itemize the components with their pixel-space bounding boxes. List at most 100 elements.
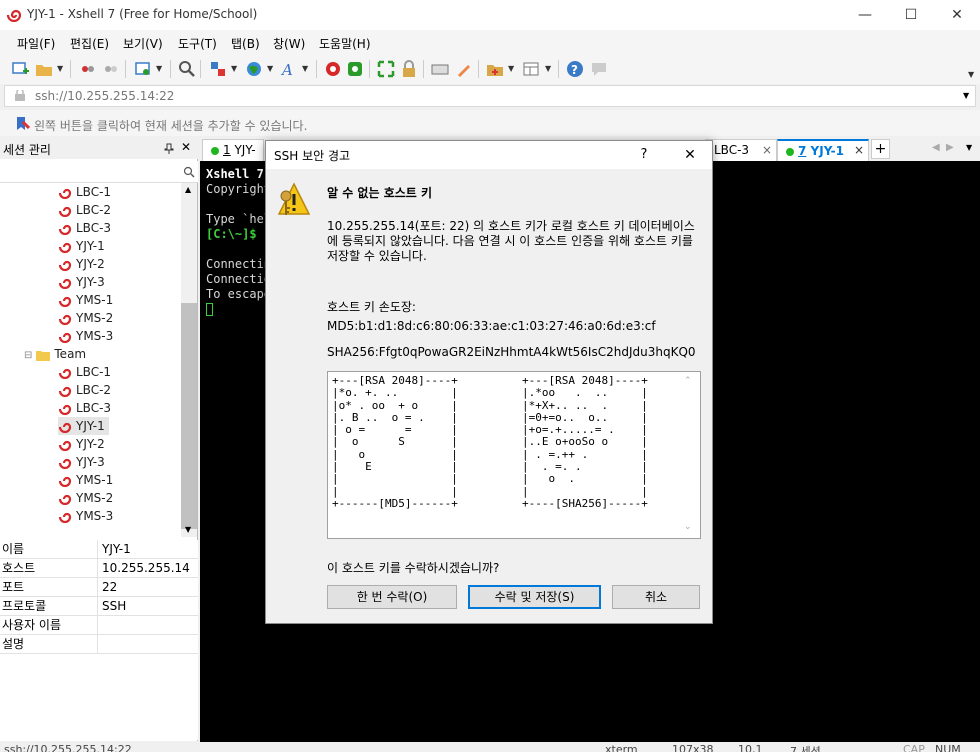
status-bar: ssh://10.255.255.14:22 xterm 107x38 10,1… [0, 742, 980, 752]
collapse-icon[interactable]: ⊟ [24, 350, 32, 361]
xftp-icon[interactable] [346, 60, 364, 78]
xshell-session-icon [58, 476, 72, 487]
dialog-help-button[interactable]: ? [624, 143, 664, 167]
new-session-icon[interactable] [11, 60, 29, 78]
tree-session-item[interactable]: YJY-2 [58, 435, 105, 453]
font-icon[interactable]: A [280, 60, 298, 78]
chevron-down-icon[interactable]: ▼ [267, 64, 273, 73]
toolbar-separator [170, 60, 171, 78]
tree-session-item[interactable]: LBC-3 [58, 219, 111, 237]
terminal-line: To escape [206, 287, 272, 301]
xshell-session-icon [58, 188, 72, 199]
close-tab-icon[interactable]: × [762, 140, 772, 160]
tree-session-item[interactable]: LBC-3 [58, 399, 111, 417]
tree-session-item[interactable]: YJY-3 [58, 453, 105, 471]
scroll-down-icon[interactable]: ▼ [185, 525, 191, 534]
tree-session-item[interactable]: YMS-3 [58, 327, 113, 345]
session-tree-scrollbar[interactable]: ▲ ▼ [181, 183, 197, 537]
tree-session-item[interactable]: YMS-1 [58, 291, 113, 309]
menu-view[interactable]: 보기(V) [123, 35, 163, 52]
tree-item-label: LBC-3 [76, 221, 112, 235]
menu-file[interactable]: 파일(F) [17, 35, 55, 52]
tree-session-item[interactable]: YJY-3 [58, 273, 105, 291]
pin-icon[interactable] [164, 143, 174, 154]
tree-session-item[interactable]: YMS-1 [58, 471, 113, 489]
reconnect-icon[interactable] [102, 60, 120, 78]
chevron-down-icon[interactable]: ▼ [508, 64, 514, 73]
menu-tab[interactable]: 탭(B) [231, 35, 260, 52]
accept-question: 이 호스트 키를 수락하시겠습니까? [327, 561, 500, 575]
property-row: 설명 [0, 635, 198, 654]
accept-once-button[interactable]: 한 번 수락(O) [327, 585, 457, 609]
tree-session-item[interactable]: YJY-1 [58, 417, 109, 435]
search-icon[interactable] [183, 166, 195, 178]
tree-item-label: YMS-3 [76, 509, 114, 523]
sha256-randomart: +---[RSA 2048]----+ |.*oo . .. | |*+X+..… [522, 374, 648, 510]
search-icon[interactable] [178, 60, 196, 78]
lock-icon[interactable] [400, 60, 418, 78]
tree-session-item[interactable]: LBC-2 [58, 381, 111, 399]
info-bar-text: 왼쪽 버튼을 클릭하여 현재 세션을 추가할 수 있습니다. [34, 119, 308, 133]
add-session-folder-icon[interactable] [486, 60, 504, 78]
menu-window[interactable]: 창(W) [273, 35, 305, 52]
close-window-button[interactable]: ✕ [934, 0, 980, 30]
layout-icon[interactable] [522, 60, 540, 78]
chevron-down-icon[interactable]: ▼ [156, 64, 162, 73]
scroll-up-icon[interactable]: ⌃ [684, 376, 692, 386]
tree-session-item[interactable]: LBC-2 [58, 201, 111, 219]
properties-icon[interactable] [134, 60, 152, 78]
maximize-button[interactable]: ☐ [888, 0, 934, 30]
menu-tools[interactable]: 도구(T) [178, 35, 217, 52]
help-icon[interactable]: ? [566, 60, 584, 78]
randomart-box[interactable]: +---[RSA 2048]----+ |*o. +. .. | |o* . o… [327, 371, 701, 539]
dialog-close-button[interactable]: ✕ [670, 143, 710, 167]
globe-icon[interactable] [245, 60, 263, 78]
tree-session-item[interactable]: LBC-1 [58, 183, 111, 201]
session-search-input[interactable] [0, 161, 198, 183]
toolbar-separator [200, 60, 201, 78]
tree-session-item[interactable]: YMS-2 [58, 489, 113, 507]
chevron-down-icon[interactable]: ▼ [963, 91, 969, 100]
tree-item-label: YJY-1 [76, 239, 105, 253]
open-folder-icon[interactable] [35, 60, 53, 78]
chevron-down-icon[interactable]: ▼ [545, 64, 551, 73]
chevron-down-icon[interactable]: ▼ [231, 64, 237, 73]
minimize-button[interactable]: — [842, 0, 888, 30]
add-tab-button[interactable]: + [871, 139, 890, 159]
tree-session-item[interactable]: LBC-1 [58, 363, 111, 381]
xshell-icon[interactable] [324, 60, 342, 78]
menu-edit[interactable]: 편집(E) [70, 35, 109, 52]
cancel-button[interactable]: 취소 [612, 585, 700, 609]
terminal-line: Connectio [206, 272, 272, 286]
fullscreen-icon[interactable] [377, 60, 395, 78]
tree-folder-team[interactable]: ⊟ Team [24, 345, 86, 363]
tab-scroll-right-icon[interactable]: ▶ [946, 142, 954, 153]
tab-lbc-3[interactable]: LBC-3 × [705, 139, 777, 161]
chevron-down-icon[interactable]: ▼ [302, 64, 308, 73]
address-bar[interactable]: ssh://10.255.255.14:22 ▼ [4, 85, 976, 107]
tree-session-item[interactable]: YMS-2 [58, 309, 113, 327]
chevron-down-icon[interactable]: ▼ [57, 64, 63, 73]
highlight-icon[interactable] [455, 60, 473, 78]
menu-help[interactable]: 도움말(H) [319, 35, 371, 52]
toolbar-overflow-icon[interactable]: ▼ [968, 70, 974, 79]
tree-session-item[interactable]: YJY-2 [58, 255, 105, 273]
accept-and-save-button[interactable]: 수락 및 저장(S) [468, 585, 601, 609]
disconnect-icon[interactable] [79, 60, 97, 78]
chat-icon[interactable] [590, 60, 608, 78]
tab-yjy-1-first[interactable]: 1 YJY-1 [202, 139, 264, 177]
xshell-session-icon [58, 404, 72, 415]
tab-yjy-1-active[interactable]: 7 YJY-1 × [777, 139, 869, 161]
scrollbar-thumb[interactable] [181, 303, 197, 529]
close-panel-button[interactable]: ✕ [181, 140, 191, 154]
status-cursor-pos: 10,1 [738, 743, 763, 752]
tree-session-item[interactable]: YMS-3 [58, 507, 113, 525]
transfer-icon[interactable] [209, 60, 227, 78]
scroll-down-icon[interactable]: ⌄ [684, 522, 692, 532]
tab-list-icon[interactable]: ▼ [966, 143, 972, 152]
keyboard-icon[interactable] [431, 60, 449, 78]
close-tab-icon[interactable]: × [854, 140, 864, 160]
scroll-up-icon[interactable]: ▲ [185, 185, 191, 194]
tab-scroll-left-icon[interactable]: ◀ [932, 142, 940, 153]
tree-session-item[interactable]: YJY-1 [58, 237, 105, 255]
